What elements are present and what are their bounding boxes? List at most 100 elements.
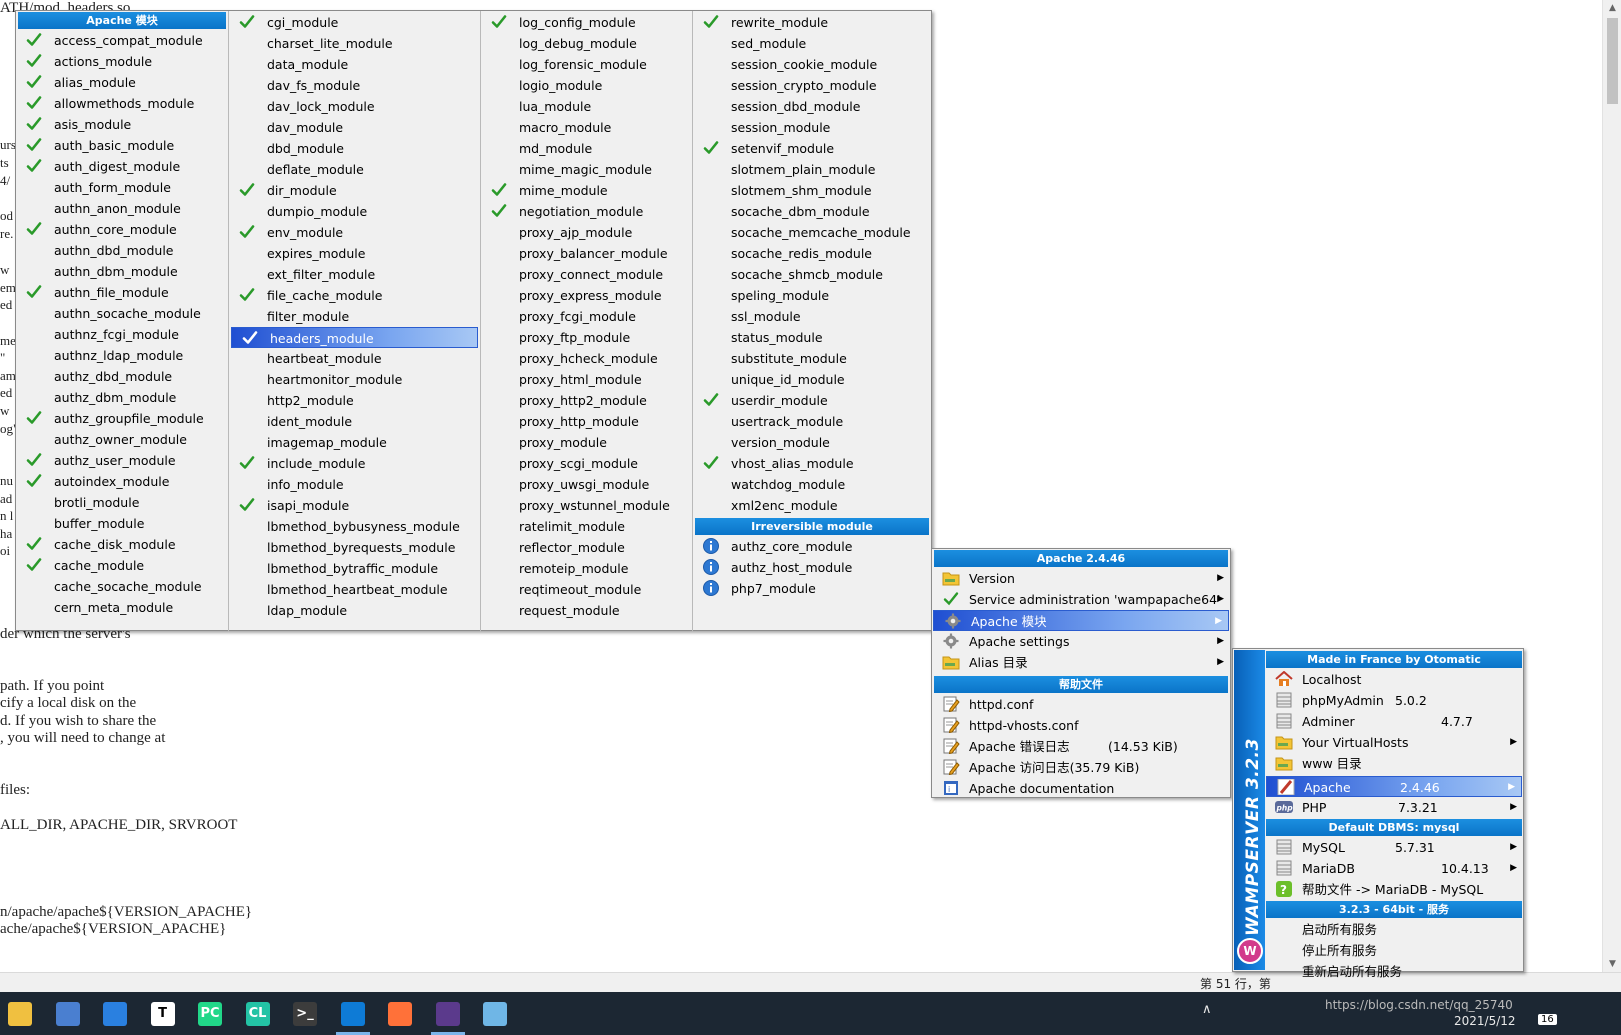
apache-menu-item-apache-settings[interactable]: Apache settings ▶	[932, 631, 1230, 652]
irreversible-item-authz-host-module[interactable]: authz_host_module	[693, 557, 931, 578]
module-item-authz-owner-module[interactable]: authz_owner_module	[16, 429, 228, 450]
module-item-dir-module[interactable]: dir_module	[229, 180, 480, 201]
help-file-item-apache-documentation[interactable]: i Apache documentation	[932, 778, 1230, 799]
module-item-negotiation-module[interactable]: negotiation_module	[481, 201, 692, 222]
start-all-services-item[interactable]: 启动所有服务	[1265, 919, 1523, 940]
module-item-proxy-connect-module[interactable]: proxy_connect_module	[481, 264, 692, 285]
clock-date[interactable]: 2021/5/12	[1454, 1014, 1516, 1028]
vertical-scrollbar[interactable]: ▲ ▼	[1602, 0, 1621, 972]
eclipse-icon[interactable]	[429, 997, 467, 1035]
module-item-isapi-module[interactable]: isapi_module	[229, 495, 480, 516]
typora-icon[interactable]: T	[144, 997, 182, 1030]
module-item-cgi-module[interactable]: cgi_module	[229, 12, 480, 33]
module-item-proxy-scgi-module[interactable]: proxy_scgi_module	[481, 453, 692, 474]
module-item-lbmethod-byrequests-module[interactable]: lbmethod_byrequests_module	[229, 537, 480, 558]
module-item-lbmethod-heartbeat-module[interactable]: lbmethod_heartbeat_module	[229, 579, 480, 600]
wamp-db-item-mariadb[interactable]: MariaDB 10.4.13 ▶	[1265, 858, 1523, 879]
email-icon[interactable]	[96, 997, 134, 1030]
module-item-authn-dbd-module[interactable]: authn_dbd_module	[16, 240, 228, 261]
wamp-db-item-mariadb-mysql[interactable]: ? 帮助文件 -> MariaDB - MySQL	[1265, 879, 1523, 900]
module-item-auth-basic-module[interactable]: auth_basic_module	[16, 135, 228, 156]
module-item-authn-core-module[interactable]: authn_core_module	[16, 219, 228, 240]
module-item-dbd-module[interactable]: dbd_module	[229, 138, 480, 159]
module-item-authz-dbd-module[interactable]: authz_dbd_module	[16, 366, 228, 387]
file-explorer-icon[interactable]	[1, 997, 39, 1030]
module-item-cache-disk-module[interactable]: cache_disk_module	[16, 534, 228, 555]
module-item-sed-module[interactable]: sed_module	[693, 33, 931, 54]
help-file-item-apache-35-79-kib[interactable]: Apache 访问日志(35.79 KiB)	[932, 757, 1230, 778]
module-item-dumpio-module[interactable]: dumpio_module	[229, 201, 480, 222]
module-item-version-module[interactable]: version_module	[693, 432, 931, 453]
module-item-md-module[interactable]: md_module	[481, 138, 692, 159]
module-item-mime-magic-module[interactable]: mime_magic_module	[481, 159, 692, 180]
apache-menu-item-apache[interactable]: Apache 模块 ▶	[933, 610, 1229, 631]
module-item-socache-memcache-module[interactable]: socache_memcache_module	[693, 222, 931, 243]
module-item-status-module[interactable]: status_module	[693, 327, 931, 348]
module-item-authn-socache-module[interactable]: authn_socache_module	[16, 303, 228, 324]
restart-all-services-item[interactable]: 重新启动所有服务	[1265, 961, 1523, 982]
module-item-info-module[interactable]: info_module	[229, 474, 480, 495]
clion-icon[interactable]: CL	[239, 997, 277, 1030]
wamp-item-phpmyadmin[interactable]: phpMyAdmin 5.0.2	[1265, 690, 1523, 711]
module-item-headers-module[interactable]: headers_module	[231, 327, 478, 348]
module-item-imagemap-module[interactable]: imagemap_module	[229, 432, 480, 453]
module-item-socache-dbm-module[interactable]: socache_dbm_module	[693, 201, 931, 222]
module-item-speling-module[interactable]: speling_module	[693, 285, 931, 306]
module-item-heartbeat-module[interactable]: heartbeat_module	[229, 348, 480, 369]
module-item-session-module[interactable]: session_module	[693, 117, 931, 138]
module-item-lbmethod-bytraffic-module[interactable]: lbmethod_bytraffic_module	[229, 558, 480, 579]
help-file-item-httpd-vhosts-conf[interactable]: httpd-vhosts.conf	[932, 715, 1230, 736]
module-item-userdir-module[interactable]: userdir_module	[693, 390, 931, 411]
module-item-slotmem-plain-module[interactable]: slotmem_plain_module	[693, 159, 931, 180]
apache-menu-item-service-administration-wampapache64[interactable]: Service administration 'wampapache64' ▶	[932, 589, 1230, 610]
module-item-reqtimeout-module[interactable]: reqtimeout_module	[481, 579, 692, 600]
module-item-proxy-html-module[interactable]: proxy_html_module	[481, 369, 692, 390]
wamp-item-adminer[interactable]: Adminer 4.7.7	[1265, 711, 1523, 732]
module-item-authn-dbm-module[interactable]: authn_dbm_module	[16, 261, 228, 282]
module-item-proxy-wstunnel-module[interactable]: proxy_wstunnel_module	[481, 495, 692, 516]
module-item-proxy-hcheck-module[interactable]: proxy_hcheck_module	[481, 348, 692, 369]
module-item-ldap-module[interactable]: ldap_module	[229, 600, 480, 621]
vscode-icon[interactable]	[334, 997, 372, 1035]
irreversible-item-php7-module[interactable]: php7_module	[693, 578, 931, 599]
module-item-proxy-ftp-module[interactable]: proxy_ftp_module	[481, 327, 692, 348]
module-item-unique-id-module[interactable]: unique_id_module	[693, 369, 931, 390]
module-item-authnz-fcgi-module[interactable]: authnz_fcgi_module	[16, 324, 228, 345]
module-item-filter-module[interactable]: filter_module	[229, 306, 480, 327]
module-item-authn-anon-module[interactable]: authn_anon_module	[16, 198, 228, 219]
module-item-alias-module[interactable]: alias_module	[16, 72, 228, 93]
module-item-asis-module[interactable]: asis_module	[16, 114, 228, 135]
module-item-setenvif-module[interactable]: setenvif_module	[693, 138, 931, 159]
wamp-server-item-php[interactable]: php PHP 7.3.21 ▶	[1265, 797, 1523, 818]
module-item-proxy-fcgi-module[interactable]: proxy_fcgi_module	[481, 306, 692, 327]
network-icon[interactable]	[49, 997, 87, 1030]
module-item-lbmethod-bybusyness-module[interactable]: lbmethod_bybusyness_module	[229, 516, 480, 537]
scroll-down-arrow-icon[interactable]: ▼	[1606, 958, 1619, 970]
module-item-mime-module[interactable]: mime_module	[481, 180, 692, 201]
module-item-ssl-module[interactable]: ssl_module	[693, 306, 931, 327]
help-file-item-apache[interactable]: Apache 错误日志 (14.53 KiB)	[932, 736, 1230, 757]
module-item-remoteip-module[interactable]: remoteip_module	[481, 558, 692, 579]
wamp-item-localhost[interactable]: Localhost	[1265, 669, 1523, 690]
module-item-slotmem-shm-module[interactable]: slotmem_shm_module	[693, 180, 931, 201]
module-item-dav-fs-module[interactable]: dav_fs_module	[229, 75, 480, 96]
module-item-log-config-module[interactable]: log_config_module	[481, 12, 692, 33]
scroll-thumb[interactable]	[1607, 18, 1618, 104]
module-item-authnz-ldap-module[interactable]: authnz_ldap_module	[16, 345, 228, 366]
module-item-cern-meta-module[interactable]: cern_meta_module	[16, 597, 228, 618]
notification-badge[interactable]: 16	[1538, 1014, 1557, 1025]
module-item-deflate-module[interactable]: deflate_module	[229, 159, 480, 180]
module-item-dav-lock-module[interactable]: dav_lock_module	[229, 96, 480, 117]
module-item-vhost-alias-module[interactable]: vhost_alias_module	[693, 453, 931, 474]
module-item-substitute-module[interactable]: substitute_module	[693, 348, 931, 369]
module-item-authz-dbm-module[interactable]: authz_dbm_module	[16, 387, 228, 408]
module-item-actions-module[interactable]: actions_module	[16, 51, 228, 72]
irreversible-item-authz-core-module[interactable]: authz_core_module	[693, 536, 931, 557]
module-item-proxy-uwsgi-module[interactable]: proxy_uwsgi_module	[481, 474, 692, 495]
module-item-proxy-http-module[interactable]: proxy_http_module	[481, 411, 692, 432]
module-item-http2-module[interactable]: http2_module	[229, 390, 480, 411]
module-item-dav-module[interactable]: dav_module	[229, 117, 480, 138]
module-item-ratelimit-module[interactable]: ratelimit_module	[481, 516, 692, 537]
module-item-xml2enc-module[interactable]: xml2enc_module	[693, 495, 931, 516]
module-item-ident-module[interactable]: ident_module	[229, 411, 480, 432]
